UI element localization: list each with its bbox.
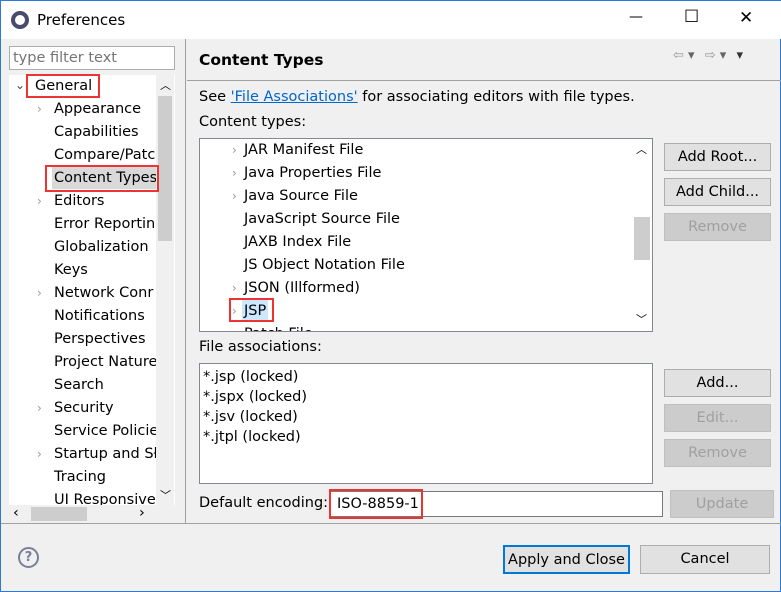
file-association-item[interactable]: *.jsv (locked) xyxy=(203,407,652,427)
forward-menu-icon[interactable]: ▾ xyxy=(720,48,727,63)
content-type-item[interactable]: JavaScript Source File xyxy=(242,208,402,230)
tree-hscroll-thumb[interactable] xyxy=(31,507,87,521)
tree-item[interactable]: Notifications xyxy=(52,305,147,327)
tree-item[interactable]: Appearance xyxy=(52,98,143,120)
page-title: Content Types xyxy=(199,51,324,69)
scroll-down-icon[interactable]: ﹀ xyxy=(636,311,647,327)
content-types-label: Content types: xyxy=(199,114,307,130)
update-button[interactable]: Update xyxy=(670,490,774,518)
footer-divider xyxy=(1,523,781,524)
help-icon[interactable]: ? xyxy=(18,547,39,568)
collapse-chevron-icon[interactable]: › xyxy=(37,401,42,415)
tree-item[interactable]: Error Reportin xyxy=(52,213,157,235)
remove-content-type-button[interactable]: Remove xyxy=(664,213,771,241)
tree-item[interactable]: Search xyxy=(52,374,106,396)
collapse-chevron-icon[interactable]: › xyxy=(37,447,42,461)
minimize-button[interactable]: — xyxy=(629,9,643,25)
forward-icon[interactable]: ⇨ xyxy=(705,48,716,63)
window-title: Preferences xyxy=(37,11,126,29)
tree-horizontal-scrollbar[interactable]: ‹ › xyxy=(9,505,175,523)
view-menu-icon[interactable]: ▾ xyxy=(736,48,743,63)
tree-item[interactable]: Globalization xyxy=(52,236,151,258)
scroll-down-icon[interactable]: ﹀ xyxy=(160,487,171,503)
nav-toolbar: ⇦ ▾ ⇨ ▾ ▾ xyxy=(673,48,743,63)
tree-item[interactable]: Keys xyxy=(52,259,90,281)
filter-input[interactable] xyxy=(9,46,175,70)
file-association-item[interactable]: *.jtpl (locked) xyxy=(203,427,652,447)
tree-vertical-scrollbar[interactable]: ︿ ﹀ xyxy=(156,75,174,505)
scroll-right-icon[interactable]: › xyxy=(139,505,145,521)
collapse-chevron-icon[interactable]: › xyxy=(37,102,42,116)
content-type-item[interactable]: Patch File xyxy=(242,323,315,331)
tree-item[interactable]: Perspectives xyxy=(52,328,148,350)
file-association-item[interactable]: *.jspx (locked) xyxy=(203,387,652,407)
remove-association-button[interactable]: Remove xyxy=(664,439,771,467)
content-type-item[interactable]: JAXB Index File xyxy=(242,231,353,253)
tree-item[interactable]: Compare/Patc xyxy=(52,144,157,166)
file-association-item[interactable]: *.jsp (locked) xyxy=(203,367,652,387)
file-associations-link[interactable]: 'File Associations' xyxy=(231,89,358,105)
sash[interactable] xyxy=(185,39,186,523)
tree-item[interactable]: Capabilities xyxy=(52,121,141,143)
content-type-item[interactable]: Java Source File xyxy=(242,185,360,207)
collapse-chevron-icon[interactable]: › xyxy=(232,166,237,180)
description: See 'File Associations' for associating … xyxy=(199,89,635,105)
tree-item[interactable]: Project Nature xyxy=(52,351,159,373)
collapse-chevron-icon[interactable]: › xyxy=(232,189,237,203)
tree-item[interactable]: Network Conr xyxy=(52,282,155,304)
tree-item[interactable]: Security xyxy=(52,397,116,419)
back-menu-icon[interactable]: ▾ xyxy=(688,48,695,63)
file-associations-label: File associations: xyxy=(199,339,322,355)
scroll-left-icon[interactable]: ‹ xyxy=(13,505,19,521)
jsp-highlight xyxy=(229,298,274,322)
add-association-button[interactable]: Add... xyxy=(664,369,771,397)
collapse-chevron-icon[interactable]: › xyxy=(232,143,237,157)
expand-chevron-icon[interactable]: ⌄ xyxy=(15,78,25,92)
content-type-item[interactable]: JSON (Illformed) xyxy=(242,277,362,299)
maximize-button[interactable]: ☐ xyxy=(684,7,699,27)
file-associations-list: *.jsp (locked) *.jspx (locked) *.jsv (lock… xyxy=(199,363,653,484)
encoding-highlight xyxy=(329,489,423,519)
collapse-chevron-icon[interactable]: › xyxy=(37,194,42,208)
general-highlight xyxy=(26,74,100,98)
eclipse-logo-icon xyxy=(11,11,29,29)
content-type-item[interactable]: JAR Manifest File xyxy=(242,139,365,161)
collapse-chevron-icon[interactable]: › xyxy=(232,281,237,295)
cancel-button[interactable]: Cancel xyxy=(640,545,770,574)
edit-association-button[interactable]: Edit... xyxy=(664,404,771,432)
add-child-button[interactable]: Add Child... xyxy=(664,178,771,206)
header-divider xyxy=(187,80,781,81)
scroll-up-icon[interactable]: ︿ xyxy=(160,77,171,93)
apply-and-close-button[interactable]: Apply and Close xyxy=(503,545,630,574)
default-encoding-label: Default encoding: xyxy=(199,495,329,511)
content-type-item[interactable]: Java Properties File xyxy=(242,162,383,184)
content-types-highlight xyxy=(45,165,159,192)
title-bar: Preferences — ☐ ✕ xyxy=(1,1,781,39)
collapse-chevron-icon[interactable]: › xyxy=(37,286,42,300)
tree-item[interactable]: Startup and Sł xyxy=(52,443,160,465)
content-type-item[interactable]: JS Object Notation File xyxy=(242,254,407,276)
scroll-up-icon[interactable]: ︿ xyxy=(636,141,647,157)
tree-item[interactable]: Service Policie xyxy=(52,420,160,442)
content-scroll-thumb[interactable] xyxy=(634,217,650,260)
preference-tree: ⌄ General › Appearance Capabilities Compare/P… xyxy=(9,75,175,523)
tree-item[interactable]: Editors xyxy=(52,190,106,212)
add-root-button[interactable]: Add Root... xyxy=(664,143,771,171)
content-types-scrollbar[interactable]: ︿ ﹀ xyxy=(632,139,652,331)
tree-item[interactable]: Tracing xyxy=(52,466,108,488)
tree-scroll-thumb[interactable] xyxy=(158,96,172,241)
back-icon[interactable]: ⇦ xyxy=(673,48,684,63)
close-button[interactable]: ✕ xyxy=(739,8,753,28)
